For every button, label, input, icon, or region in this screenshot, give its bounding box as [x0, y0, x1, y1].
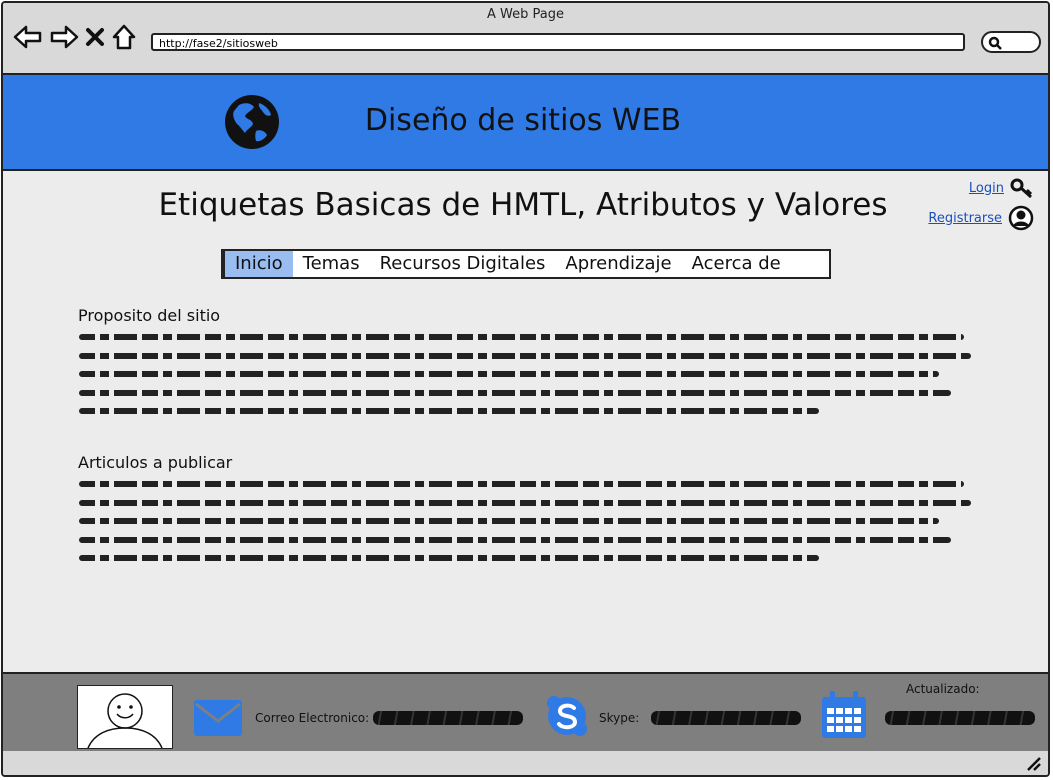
- window-title: A Web Page: [487, 7, 564, 22]
- browser-window: A Web Page http://fase2/sitiosweb Diseño…: [1, 1, 1050, 777]
- menu-item-aprendizaje[interactable]: Aprendizaje: [555, 251, 681, 277]
- register-row: Registrarse: [928, 203, 1034, 233]
- globe-icon: [225, 95, 279, 149]
- register-link[interactable]: Registrarse: [928, 211, 1002, 226]
- site-header: Diseño de sitios WEB: [3, 75, 1048, 171]
- close-x-icon[interactable]: [85, 25, 105, 49]
- skype-value-placeholder: [651, 711, 801, 725]
- menu-item-acerca-de[interactable]: Acerca de: [682, 251, 791, 277]
- login-link[interactable]: Login: [969, 181, 1004, 196]
- status-bar: [3, 751, 1048, 775]
- home-icon[interactable]: [111, 23, 137, 51]
- placeholder-paragraph: [79, 334, 979, 427]
- browser-chrome: A Web Page http://fase2/sitiosweb: [3, 3, 1048, 75]
- forward-arrow-icon[interactable]: [49, 24, 79, 50]
- email-icon: [194, 700, 242, 736]
- address-bar[interactable]: http://fase2/sitiosweb: [151, 33, 965, 51]
- menu-item-inicio[interactable]: Inicio: [225, 251, 293, 277]
- updated-label: Actualizado:: [906, 682, 980, 696]
- updated-value-placeholder: [885, 711, 1035, 725]
- avatar: [77, 685, 173, 749]
- menu-item-temas[interactable]: Temas: [293, 251, 370, 277]
- nav-controls: [13, 23, 137, 51]
- main-menu: Inicio Temas Recursos Digitales Aprendiz…: [221, 249, 831, 279]
- site-title: Diseño de sitios WEB: [364, 103, 682, 138]
- back-arrow-icon[interactable]: [13, 24, 43, 50]
- login-row: Login: [928, 173, 1034, 203]
- key-icon: [1010, 178, 1033, 199]
- smiley-face-icon: [87, 693, 163, 748]
- auth-links: Login Registrarse: [928, 173, 1034, 233]
- section-title-proposito: Proposito del sitio: [78, 306, 221, 325]
- browser-search-field[interactable]: [981, 31, 1041, 53]
- user-profile-icon: [1008, 205, 1034, 231]
- section-title-articulos: Articulos a publicar: [78, 453, 233, 472]
- site-footer: Correo Electronico: Skype: Actualizado:: [3, 672, 1048, 757]
- resize-grip-icon[interactable]: [1026, 756, 1042, 772]
- placeholder-paragraph: [79, 481, 979, 574]
- email-label: Correo Electronico:: [255, 711, 370, 725]
- page-title: Etiquetas Basicas de HMTL, Atributos y V…: [158, 187, 888, 223]
- search-icon: [988, 36, 1002, 50]
- calendar-icon: [822, 691, 866, 738]
- email-value-placeholder: [373, 711, 523, 725]
- skype-label: Skype:: [599, 711, 640, 725]
- skype-icon: [547, 696, 587, 736]
- menu-item-recursos-digitales[interactable]: Recursos Digitales: [370, 251, 556, 277]
